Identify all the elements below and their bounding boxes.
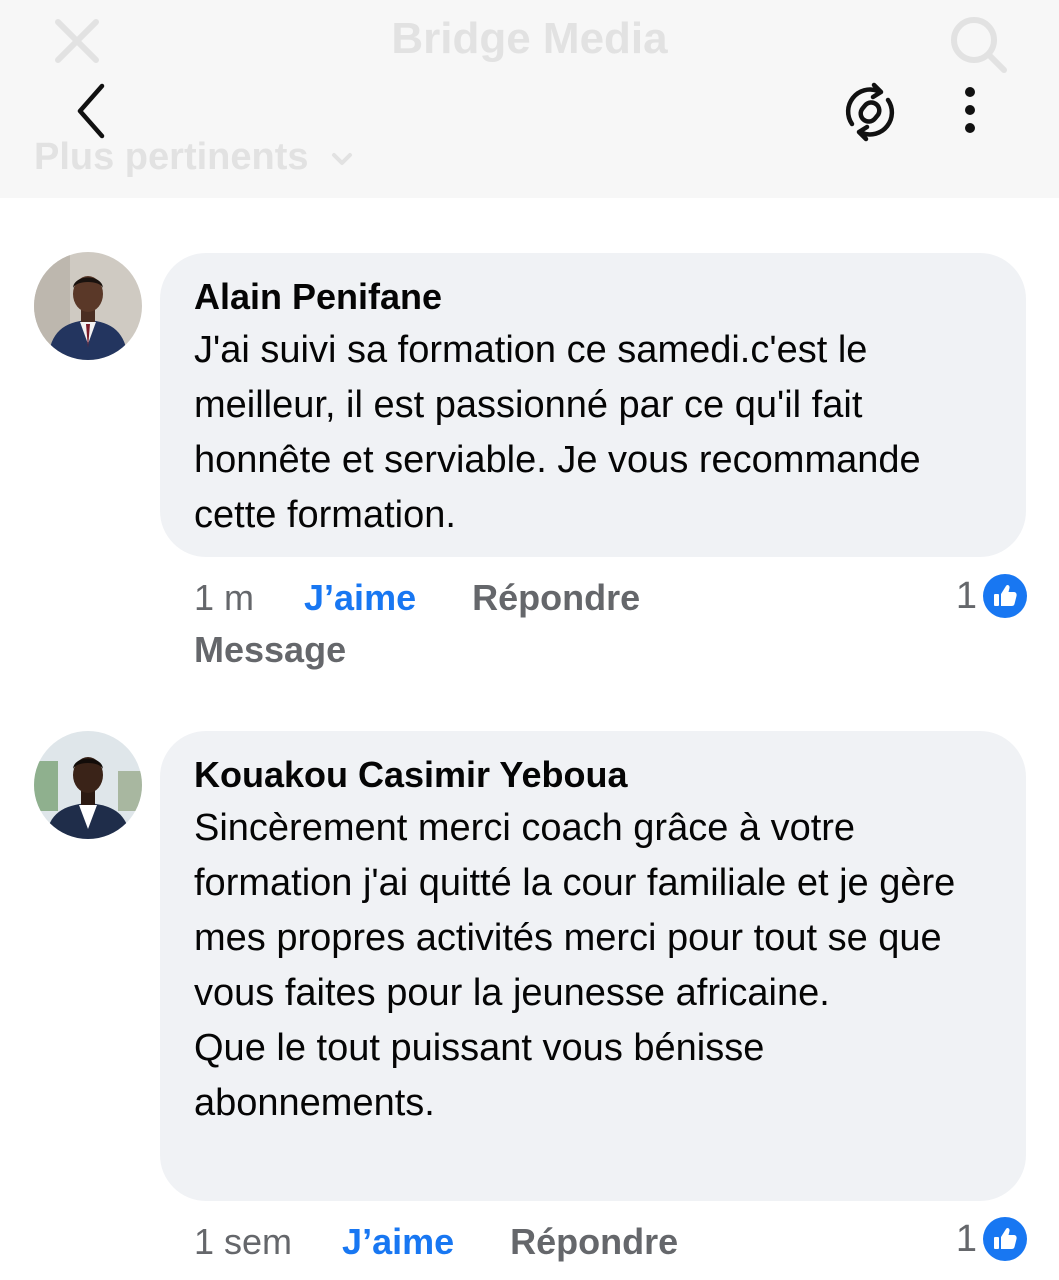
- search-icon: [951, 17, 1007, 73]
- reaction-summary[interactable]: 1: [956, 574, 1027, 618]
- reaction-count: 1: [955, 574, 977, 617]
- more-vertical-icon[interactable]: [950, 80, 990, 144]
- comment-text: J'ai suivi sa formation ce samedi.c'est …: [194, 329, 921, 536]
- avatar[interactable]: [34, 252, 142, 360]
- avatar[interactable]: [34, 731, 142, 839]
- like-button[interactable]: J’aime: [304, 577, 416, 618]
- message-button[interactable]: Message: [194, 629, 346, 671]
- reply-button[interactable]: Répondre: [472, 577, 640, 618]
- comment-actions: 1 sem J’aime Répondre: [194, 1218, 678, 1266]
- comment-author[interactable]: Kouakou Casimir Yeboua: [194, 749, 992, 801]
- comment-bubble: Kouakou Casimir Yeboua Sincèrement merci…: [160, 731, 1026, 1201]
- page-title: Bridge Media: [391, 14, 668, 63]
- chevron-down-icon: [332, 152, 353, 165]
- reaction-summary[interactable]: 1: [956, 1217, 1027, 1261]
- comment-author[interactable]: Alain Penifane: [194, 271, 992, 323]
- comment-timestamp[interactable]: 1 sem: [194, 1221, 292, 1262]
- reply-button[interactable]: Répondre: [510, 1221, 678, 1262]
- sync-icon[interactable]: [838, 80, 902, 144]
- sort-dropdown[interactable]: Plus pertinents: [34, 136, 355, 179]
- comment-bubble: Alain Penifane J'ai suivi sa formation c…: [160, 253, 1026, 557]
- reaction-count: 1: [955, 1217, 977, 1260]
- back-arrow-icon[interactable]: [68, 80, 116, 142]
- like-button[interactable]: J’aime: [342, 1221, 454, 1262]
- comment-text: Sincèrement merci coach grâce à votre fo…: [194, 807, 956, 1124]
- thumbs-up-icon: [983, 574, 1027, 618]
- thumbs-up-icon: [983, 1217, 1027, 1261]
- comment-timestamp[interactable]: 1 m: [194, 577, 254, 618]
- comment-actions: 1 m J’aime Répondre: [194, 574, 640, 622]
- sort-label: Plus pertinents: [34, 136, 309, 178]
- top-app-bar: Bridge Media Plus pertinents: [0, 0, 1059, 198]
